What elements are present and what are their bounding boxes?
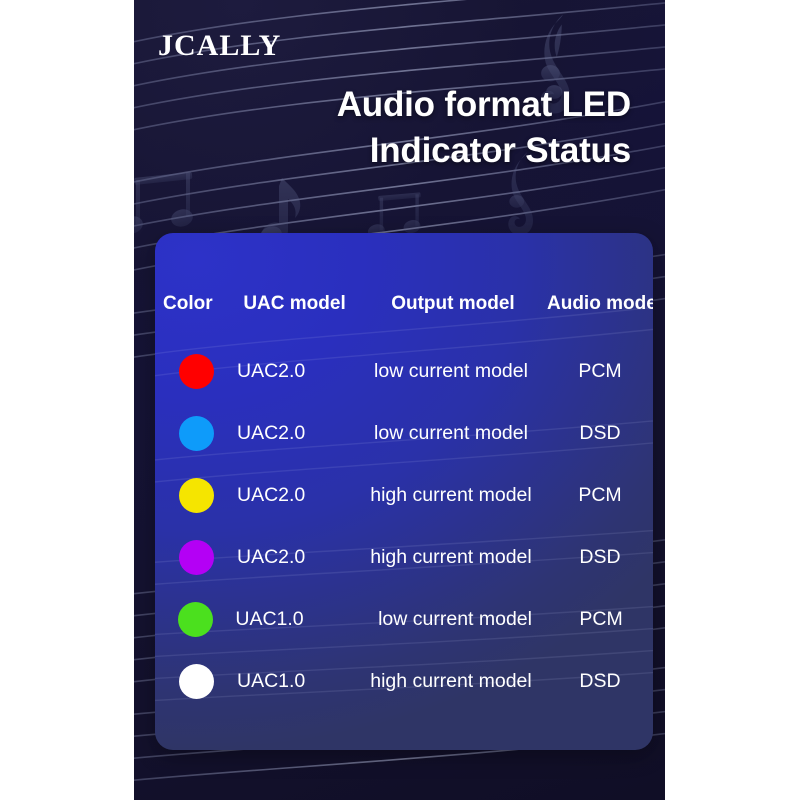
led-cell	[155, 601, 235, 637]
led-status-card: Color UAC model Output model Audio model…	[155, 233, 653, 750]
table-row: UAC1.0 low current model PCM	[155, 598, 653, 640]
cell-uac: UAC2.0	[237, 421, 306, 444]
cell-audio: PCM	[579, 607, 623, 630]
table-row: UAC1.0 high current model DSD	[155, 660, 653, 702]
cell-uac: UAC2.0	[237, 545, 306, 568]
cell-uac: UAC1.0	[235, 607, 304, 630]
red-led-icon	[178, 353, 214, 389]
title-line-1: Audio format LED	[336, 85, 631, 124]
purple-led-icon	[178, 539, 214, 575]
poster-panel: JCALLY Audio format LED Indicator Status	[134, 0, 665, 800]
table-header-row: Color UAC model Output model Audio model	[155, 290, 653, 318]
cell-audio: DSD	[579, 545, 621, 568]
blue-led-icon	[178, 415, 214, 451]
cell-audio: DSD	[579, 669, 621, 692]
led-cell	[155, 415, 237, 451]
cell-uac: UAC2.0	[237, 359, 306, 382]
cell-uac: UAC1.0	[237, 669, 306, 692]
led-cell	[155, 353, 237, 389]
cell-output: high current model	[370, 483, 532, 506]
led-status-table: Color UAC model Output model Audio model…	[155, 233, 653, 750]
beamed-notes-icon	[134, 172, 193, 234]
table-row: UAC2.0 low current model DSD	[155, 412, 653, 454]
cell-output: low current model	[374, 421, 528, 444]
column-header-color: Color	[163, 293, 213, 314]
cell-output: low current model	[374, 359, 528, 382]
cell-audio: PCM	[578, 483, 622, 506]
led-cell	[155, 477, 237, 513]
column-header-output: Output model	[391, 293, 515, 314]
title-line-2: Indicator Status	[369, 131, 631, 170]
cell-output: low current model	[378, 607, 532, 630]
column-header-uac: UAC model	[243, 293, 346, 314]
cell-uac: UAC2.0	[237, 483, 306, 506]
brand-logo: JCALLY	[158, 29, 282, 62]
cell-output: high current model	[370, 545, 532, 568]
column-header-audio: Audio model	[547, 293, 653, 314]
page-title: Audio format LED Indicator Status	[134, 82, 631, 174]
table-row: UAC2.0 low current model PCM	[155, 350, 653, 392]
yellow-led-icon	[178, 477, 214, 513]
table-row: UAC2.0 high current model DSD	[155, 536, 653, 578]
poster-canvas: JCALLY Audio format LED Indicator Status	[0, 0, 800, 800]
green-led-icon	[177, 601, 213, 637]
cell-audio: PCM	[578, 359, 622, 382]
led-cell	[155, 539, 237, 575]
table-row: UAC2.0 high current model PCM	[155, 474, 653, 516]
cell-output: high current model	[370, 669, 532, 692]
led-cell	[155, 663, 237, 699]
cell-audio: DSD	[579, 421, 621, 444]
white-led-icon	[178, 663, 214, 699]
